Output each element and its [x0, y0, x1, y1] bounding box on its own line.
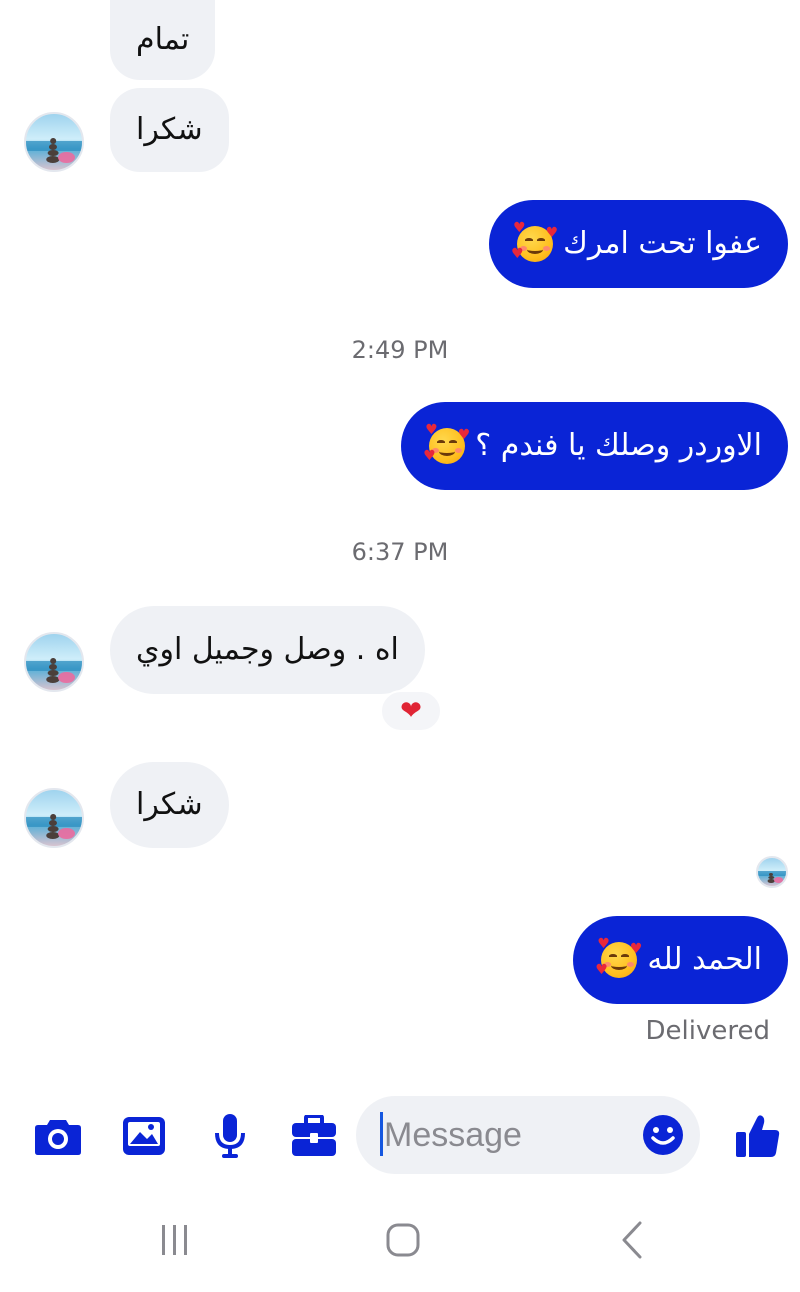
outgoing-message[interactable]: عفوا تحت امرك ♥ ♥ ♥ — [489, 200, 788, 288]
incoming-message[interactable]: شكرا — [110, 762, 229, 848]
emoji-icon[interactable] — [642, 1114, 684, 1156]
incoming-message[interactable]: شكرا — [110, 88, 229, 172]
incoming-message[interactable]: تمام — [110, 0, 216, 80]
smiling-face-with-hearts-icon: ♥ ♥ ♥ — [511, 220, 559, 262]
text-cursor — [380, 1112, 383, 1156]
messenger-chat-screen: تمام شكرا عفوا تحت امرك ♥ ♥ ♥ 2:49 PM الاو… — [0, 0, 800, 1292]
heart-icon: ❤ — [400, 696, 422, 726]
message-input[interactable] — [384, 1110, 634, 1160]
home-icon — [386, 1223, 420, 1257]
briefcase-icon — [292, 1115, 336, 1156]
timestamp: 6:37 PM — [351, 538, 449, 566]
incoming-message[interactable]: اه . وصل وجميل اوي — [110, 606, 425, 694]
like-button[interactable] — [734, 1112, 782, 1160]
heart-reaction[interactable]: ❤ — [380, 690, 442, 732]
contact-avatar[interactable] — [24, 788, 84, 848]
contact-avatar[interactable] — [24, 112, 84, 172]
thumbs-up-icon — [736, 1115, 780, 1157]
message-text: شكرا — [136, 787, 203, 822]
camera-button[interactable] — [34, 1112, 82, 1160]
message-text: اه . وصل وجميل اوي — [136, 632, 399, 667]
message-text: الاوردر وصلك يا فندم ؟ — [475, 428, 762, 463]
message-text: عفوا تحت امرك — [563, 226, 762, 261]
timestamp: 2:49 PM — [351, 336, 449, 364]
recent-apps-icon — [162, 1225, 187, 1255]
seen-receipt-avatar — [756, 856, 788, 888]
smiling-face-with-hearts-icon: ♥ ♥ ♥ — [595, 936, 643, 978]
message-text: شكرا — [136, 112, 203, 147]
gallery-icon — [123, 1117, 165, 1155]
outgoing-message[interactable]: الحمد لله ♥ ♥ ♥ — [573, 916, 788, 1004]
outgoing-message[interactable]: الاوردر وصلك يا فندم ؟ ♥ ♥ ♥ — [401, 402, 788, 490]
microphone-icon — [215, 1114, 245, 1158]
gallery-button[interactable] — [120, 1112, 168, 1160]
message-text: الحمد لله — [647, 942, 762, 977]
back-icon — [622, 1221, 642, 1259]
message-text: تمام — [136, 22, 190, 57]
delivery-status: Delivered — [645, 1016, 770, 1046]
home-button[interactable] — [380, 1218, 426, 1262]
back-button[interactable] — [612, 1218, 652, 1262]
voice-message-button[interactable] — [206, 1112, 254, 1160]
recent-apps-button[interactable] — [150, 1218, 200, 1262]
smiling-face-with-hearts-icon: ♥ ♥ ♥ — [423, 422, 471, 464]
message-input-container[interactable] — [356, 1096, 700, 1174]
contact-avatar[interactable] — [24, 632, 84, 692]
camera-icon — [35, 1120, 81, 1155]
more-apps-button[interactable] — [290, 1112, 338, 1160]
